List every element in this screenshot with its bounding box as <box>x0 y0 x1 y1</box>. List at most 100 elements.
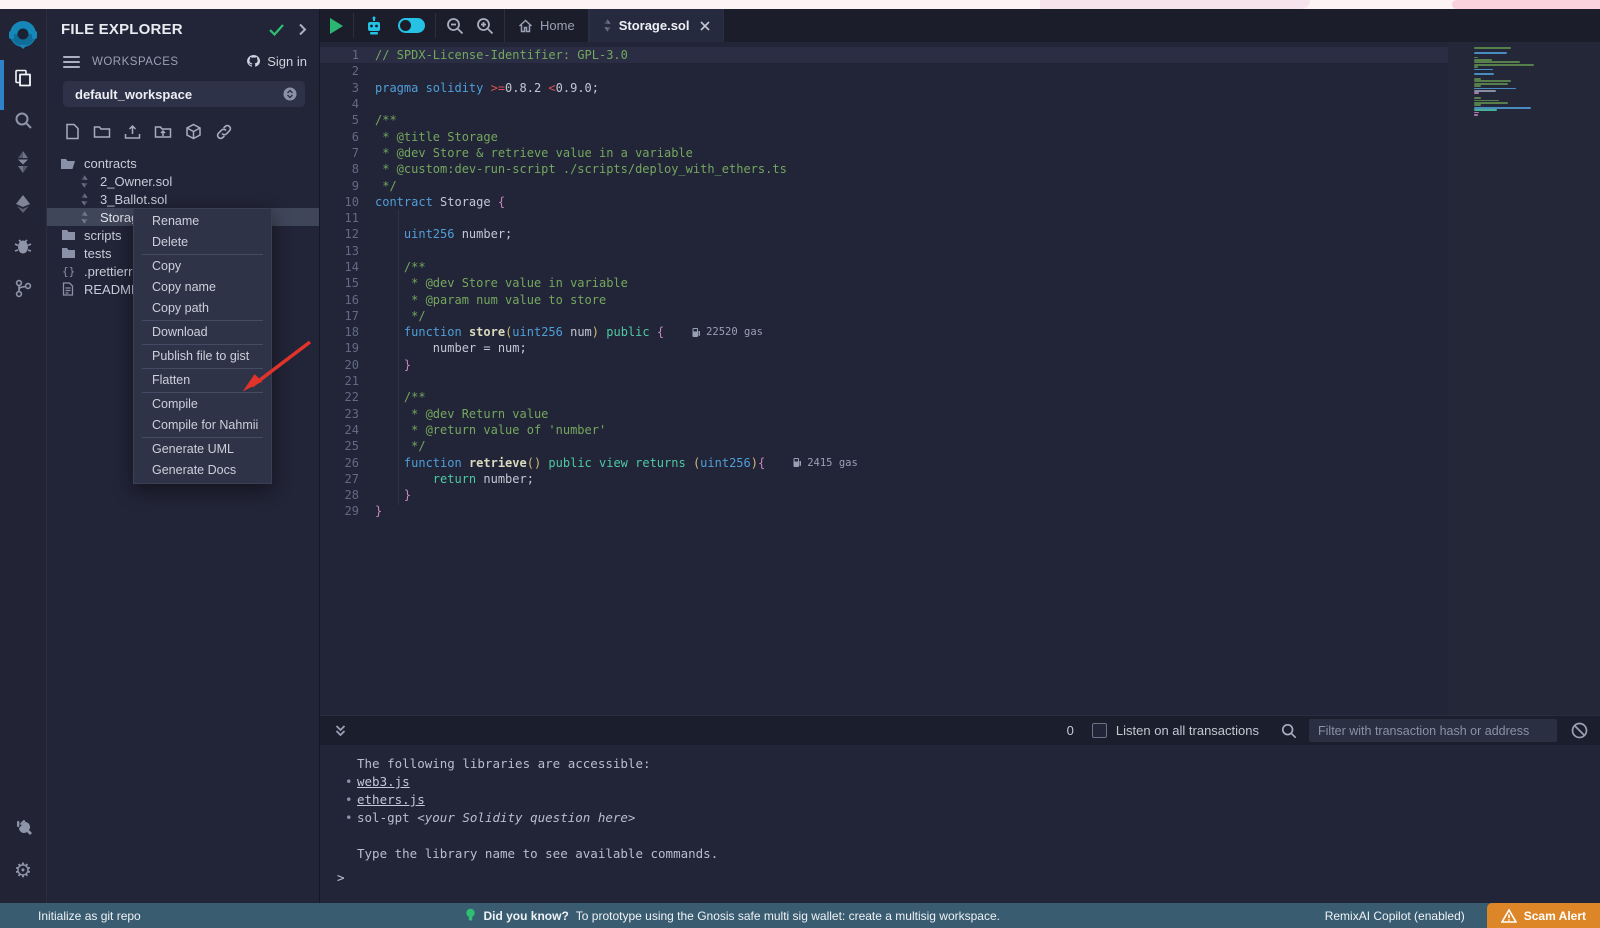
code-line-4[interactable]: 4 <box>320 96 1448 112</box>
close-tab-icon[interactable] <box>700 21 710 31</box>
file-explorer-icon[interactable] <box>0 57 47 99</box>
workspace-select[interactable]: default_workspace <box>63 81 305 107</box>
code-line-21[interactable]: 21 <box>320 373 1448 389</box>
code-line-11[interactable]: 11 <box>320 210 1448 226</box>
code-line-18[interactable]: 18 function store(uint256 num) public {2… <box>320 324 1448 340</box>
tip-text: To prototype using the Gnosis safe multi… <box>576 909 1000 923</box>
import-ipfs-icon[interactable] <box>185 123 202 140</box>
code-line-29[interactable]: 29} <box>320 503 1448 519</box>
code-line-10[interactable]: 10contract Storage { <box>320 194 1448 210</box>
terminal-link-web3-js[interactable]: web3.js <box>357 774 410 789</box>
menu-item-publish-file-to-gist[interactable]: Publish file to gist <box>134 346 271 367</box>
import-url-link-icon[interactable] <box>215 123 233 140</box>
solidity-file-icon <box>75 211 93 224</box>
minimap-content <box>1474 47 1534 116</box>
code-text: /** <box>375 113 397 127</box>
code-line-27[interactable]: 27 return number; <box>320 471 1448 487</box>
settings-gear-icon[interactable]: ⚙ <box>0 849 47 891</box>
zoom-out-icon[interactable] <box>446 17 464 35</box>
terminal-link-ethers-js[interactable]: ethers.js <box>357 792 425 807</box>
clear-console-ban-icon[interactable] <box>1571 722 1588 739</box>
ai-copilot-robot-icon[interactable] <box>364 16 384 36</box>
code-text: return number; <box>375 472 534 486</box>
menu-item-rename[interactable]: Rename <box>134 211 271 232</box>
code-lines: 1// SPDX-License-Identifier: GPL-3.023pr… <box>320 47 1448 520</box>
tree-item-label: tests <box>84 246 111 261</box>
debugger-icon[interactable] <box>0 225 47 267</box>
code-line-22[interactable]: 22 /** <box>320 389 1448 405</box>
code-text: uint256 number; <box>375 227 512 241</box>
terminal-prompt[interactable]: > <box>337 870 345 885</box>
remix-logo-icon[interactable] <box>3 13 43 57</box>
code-line-9[interactable]: 9 */ <box>320 177 1448 193</box>
menu-item-generate-docs[interactable]: Generate Docs <box>134 460 271 481</box>
file-actions-toolbar <box>47 111 319 148</box>
line-number: 19 <box>320 341 375 355</box>
menu-item-flatten[interactable]: Flatten <box>134 370 271 391</box>
menu-item-copy-path[interactable]: Copy path <box>134 298 271 319</box>
new-file-icon[interactable] <box>65 123 80 140</box>
search-icon[interactable] <box>0 99 47 141</box>
tree-item-3-ballot-sol[interactable]: 3_Ballot.sol <box>47 190 319 208</box>
plugin-manager-icon[interactable] <box>0 807 47 849</box>
code-line-23[interactable]: 23 * @dev Return value <box>320 406 1448 422</box>
code-line-15[interactable]: 15 * @dev Store value in variable <box>320 275 1448 291</box>
code-line-6[interactable]: 6 * @title Storage <box>320 128 1448 144</box>
deploy-and-run-icon[interactable] <box>0 183 47 225</box>
code-line-12[interactable]: 12 uint256 number; <box>320 226 1448 242</box>
code-line-20[interactable]: 20 } <box>320 357 1448 373</box>
menu-item-copy-name[interactable]: Copy name <box>134 277 271 298</box>
code-line-28[interactable]: 28 } <box>320 487 1448 503</box>
code-line-3[interactable]: 3pragma solidity >=0.8.2 <0.9.0; <box>320 80 1448 96</box>
scam-alert-button[interactable]: Scam Alert <box>1487 903 1600 928</box>
code-line-7[interactable]: 7 * @dev Store & retrieve value in a var… <box>320 145 1448 161</box>
code-line-2[interactable]: 2 <box>320 63 1448 79</box>
init-git-repo-button[interactable]: Initialize as git repo <box>0 909 141 923</box>
menu-item-compile-for-nahmii[interactable]: Compile for Nahmii <box>134 415 271 436</box>
terminal-line: Type the library name to see available c… <box>320 845 1600 863</box>
tab-home[interactable]: Home <box>504 9 589 42</box>
line-number: 26 <box>320 456 375 470</box>
minimap[interactable] <box>1448 42 1600 715</box>
code-line-8[interactable]: 8 * @custom:dev-run-script ./scripts/dep… <box>320 161 1448 177</box>
menu-item-delete[interactable]: Delete <box>134 232 271 253</box>
transaction-count-badge: 0 <box>1067 723 1074 738</box>
code-line-5[interactable]: 5/** <box>320 112 1448 128</box>
expand-terminal-icon[interactable] <box>334 724 347 738</box>
git-icon[interactable] <box>0 267 47 309</box>
code-line-19[interactable]: 19 number = num; <box>320 340 1448 356</box>
gas-estimate-badge: 22520 gas <box>692 326 763 338</box>
menu-item-generate-uml[interactable]: Generate UML <box>134 439 271 460</box>
code-line-1[interactable]: 1// SPDX-License-Identifier: GPL-3.0 <box>320 47 1448 63</box>
github-signin-button[interactable]: Sign in <box>245 54 307 69</box>
menu-item-download[interactable]: Download <box>134 322 271 343</box>
chevron-right-icon[interactable] <box>298 23 307 36</box>
code-line-25[interactable]: 25 */ <box>320 438 1448 454</box>
copilot-status-label[interactable]: RemixAI Copilot (enabled) <box>1325 909 1465 923</box>
tab-storage-sol[interactable]: Storage.sol <box>589 9 725 42</box>
listen-transactions-checkbox[interactable] <box>1092 723 1107 738</box>
code-line-16[interactable]: 16 * @param num value to store <box>320 291 1448 307</box>
tree-item-2-owner-sol[interactable]: 2_Owner.sol <box>47 172 319 190</box>
menu-item-compile[interactable]: Compile <box>134 394 271 415</box>
code-line-13[interactable]: 13 <box>320 243 1448 259</box>
transaction-filter-input[interactable] <box>1309 719 1557 742</box>
new-folder-icon[interactable] <box>93 123 111 140</box>
run-script-button[interactable] <box>330 18 343 34</box>
code-line-24[interactable]: 24 * @return value of 'number' <box>320 422 1448 438</box>
code-line-17[interactable]: 17 */ <box>320 308 1448 324</box>
upload-folder-icon[interactable] <box>154 123 172 140</box>
copilot-toggle[interactable] <box>398 18 425 33</box>
workspaces-menu-icon[interactable] <box>63 56 80 68</box>
zoom-in-icon[interactable] <box>476 17 494 35</box>
tree-item-contracts[interactable]: contracts <box>47 154 319 172</box>
icon-rail: ⚙ <box>0 9 47 903</box>
code-editor[interactable]: 1// SPDX-License-Identifier: GPL-3.023pr… <box>320 42 1600 715</box>
code-line-14[interactable]: 14 /** <box>320 259 1448 275</box>
upload-file-icon[interactable] <box>124 123 141 140</box>
solidity-compiler-icon[interactable] <box>0 141 47 183</box>
menu-item-copy[interactable]: Copy <box>134 256 271 277</box>
code-line-26[interactable]: 26 function retrieve() public view retur… <box>320 454 1448 470</box>
terminal-output[interactable]: The following libraries are accessible:•… <box>320 745 1600 903</box>
terminal-search-icon[interactable] <box>1281 723 1297 739</box>
